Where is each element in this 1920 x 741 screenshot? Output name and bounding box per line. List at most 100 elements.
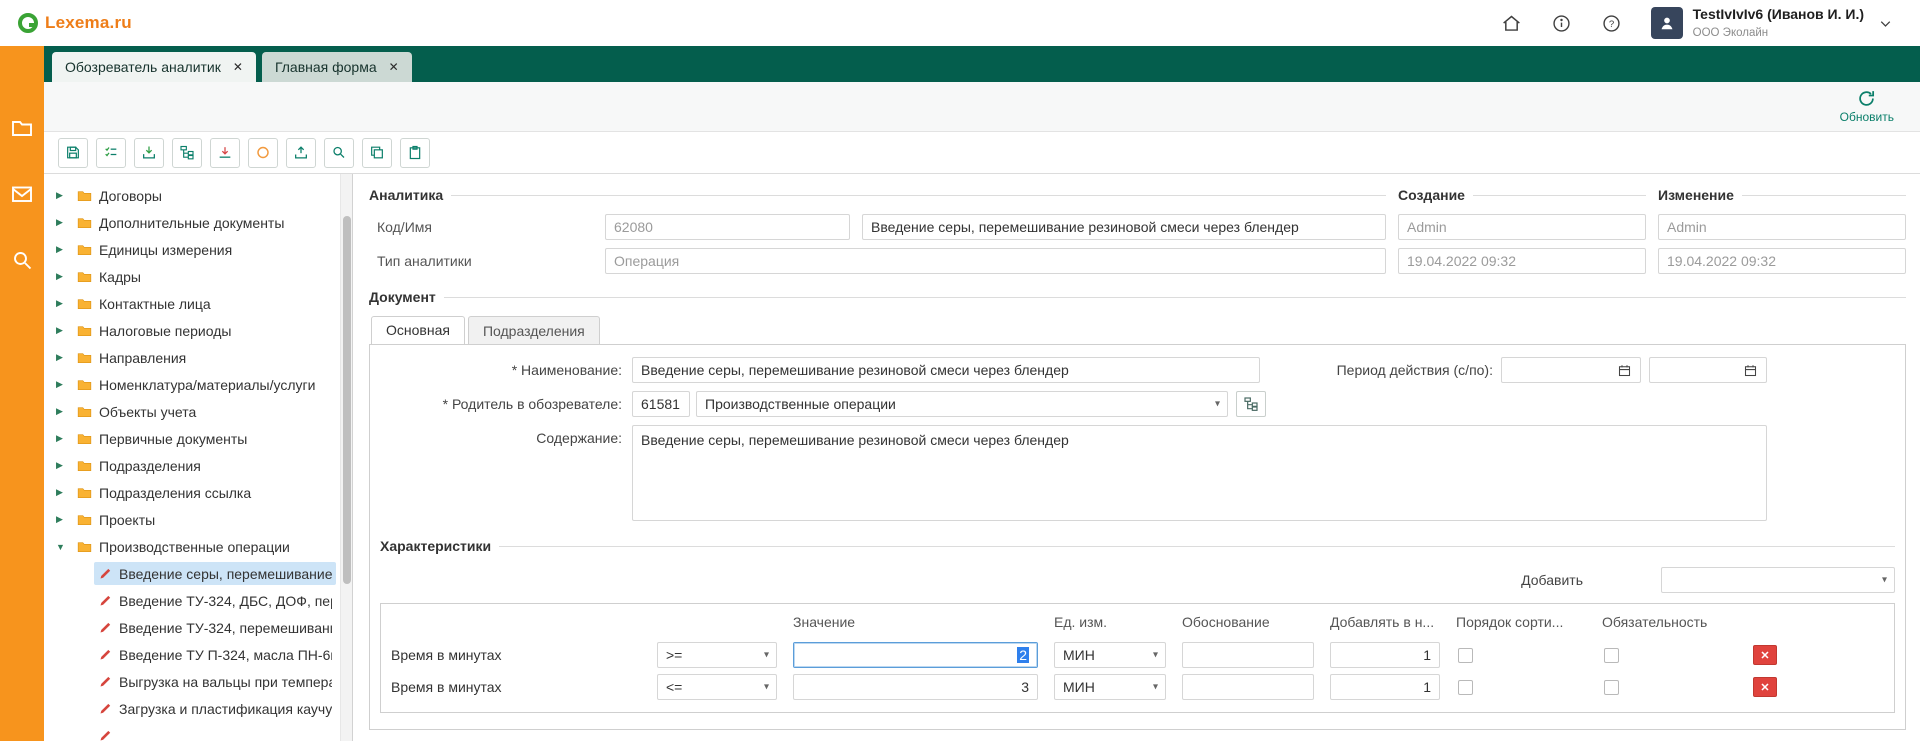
tree-item[interactable]: Направления (44, 344, 340, 371)
tree-item[interactable]: Налоговые периоды (44, 317, 340, 344)
tree-item-label: Производственные операции (99, 539, 332, 555)
add-number-input[interactable]: 1 (1330, 642, 1440, 668)
delete-row-button[interactable] (1753, 645, 1777, 665)
operator-select[interactable]: >= (657, 642, 777, 668)
characteristics-section-title: Характеристики (380, 538, 491, 554)
calendar-icon[interactable] (1743, 363, 1758, 378)
sync-button[interactable] (248, 138, 278, 168)
close-tab-icon[interactable] (389, 61, 399, 73)
justification-input[interactable] (1182, 674, 1314, 700)
refresh-button[interactable]: Обновить (1840, 82, 1894, 131)
characteristic-row: Время в минутах >= 2 МИН (389, 642, 1886, 668)
home-icon[interactable] (1501, 12, 1523, 34)
expand-icon[interactable] (56, 325, 72, 336)
period-to-input[interactable] (1649, 357, 1767, 383)
expand-icon[interactable] (56, 190, 72, 201)
tree-item[interactable]: Загрузка и пластификация каучуко (44, 695, 340, 722)
tree-item[interactable]: Выгрузка на вальцы при температ (44, 668, 340, 695)
chevron-down-icon[interactable] (1874, 12, 1896, 34)
name-label: * Наименование: (380, 357, 632, 378)
expand-icon[interactable] (56, 406, 72, 417)
mail-icon[interactable] (10, 182, 34, 206)
modified-at-field: 19.04.2022 09:32 (1658, 248, 1906, 274)
app-logo[interactable]: Lexema.ru (18, 13, 132, 33)
operator-select[interactable]: <= (657, 674, 777, 700)
expand-icon[interactable] (56, 460, 72, 471)
tree-structure-button[interactable] (172, 138, 202, 168)
calendar-icon[interactable] (1617, 363, 1632, 378)
expand-icon[interactable] (56, 542, 72, 552)
unit-select[interactable]: МИН (1054, 674, 1166, 700)
unit-select[interactable]: МИН (1054, 642, 1166, 668)
parent-select[interactable]: Производственные операции (696, 391, 1228, 417)
tree-item[interactable]: Объекты учета (44, 398, 340, 425)
user-avatar-icon (1651, 7, 1683, 39)
required-checkbox[interactable] (1604, 648, 1619, 663)
tree-item[interactable]: Проекты (44, 506, 340, 533)
analytics-name-field[interactable]: Введение серы, перемешивание резиновой с… (862, 214, 1386, 240)
content-textarea[interactable]: Введение серы, перемешивание резиновой с… (632, 425, 1767, 521)
add-characteristic-select[interactable] (1661, 567, 1895, 593)
import-button[interactable] (134, 138, 164, 168)
save-button[interactable] (58, 138, 88, 168)
scrollbar-thumb[interactable] (343, 216, 351, 584)
export-button[interactable] (210, 138, 240, 168)
open-tree-picker-button[interactable] (1236, 391, 1266, 417)
value-input[interactable]: 3 (793, 674, 1038, 700)
expand-icon[interactable] (56, 514, 72, 525)
tab-main[interactable]: Основная (371, 316, 465, 344)
tree-scrollbar[interactable] (340, 174, 352, 741)
upload-button[interactable] (286, 138, 316, 168)
copy-button[interactable] (362, 138, 392, 168)
folder-rail-icon[interactable] (10, 116, 34, 140)
form-toolbar (44, 132, 1920, 174)
expand-icon[interactable] (56, 271, 72, 282)
paste-button[interactable] (400, 138, 430, 168)
tree-item-label: Введение ТУ-324, ДБС, ДОФ, перем (119, 593, 332, 609)
expand-icon[interactable] (56, 244, 72, 255)
tree-item[interactable]: Договоры (44, 182, 340, 209)
info-icon[interactable] (1551, 12, 1573, 34)
expand-icon[interactable] (56, 433, 72, 444)
tree-item[interactable]: Производственные операции (44, 533, 340, 560)
user-menu[interactable]: TestIvIvIv6 (Иванов И. И.) ООО Эколайн (1651, 6, 1896, 41)
expand-icon[interactable] (56, 298, 72, 309)
name-input[interactable]: Введение серы, перемешивание резиновой с… (632, 357, 1260, 383)
tree-item[interactable]: Контактные лица (44, 290, 340, 317)
tree-item[interactable]: Кадры (44, 263, 340, 290)
tree-item[interactable]: Первичные документы (44, 425, 340, 452)
tree-item[interactable]: Подразделения (44, 452, 340, 479)
expand-icon[interactable] (56, 217, 72, 228)
expand-icon[interactable] (56, 379, 72, 390)
content-label: Содержание: (380, 425, 632, 446)
sort-order-checkbox[interactable] (1458, 648, 1473, 663)
tree-item[interactable]: Дополнительные документы (44, 209, 340, 236)
tree-item[interactable]: Введение ТУ-324, перемешивание (44, 614, 340, 641)
required-checkbox[interactable] (1604, 680, 1619, 695)
search-rail-icon[interactable] (10, 248, 34, 272)
checklist-button[interactable] (96, 138, 126, 168)
tree-item[interactable]: Единицы измерения (44, 236, 340, 263)
help-icon[interactable]: ? (1601, 12, 1623, 34)
parent-code-input[interactable]: 61581 (632, 391, 690, 417)
tree-item[interactable] (44, 722, 340, 741)
value-input[interactable]: 2 (793, 642, 1038, 668)
add-number-input[interactable]: 1 (1330, 674, 1440, 700)
tree-item[interactable]: Введение ТУ П-324, масла ПН-6ш, п (44, 641, 340, 668)
expand-icon[interactable] (56, 487, 72, 498)
tree-item[interactable]: Введение серы, перемешивание р (44, 560, 340, 587)
delete-row-button[interactable] (1753, 677, 1777, 697)
tree-item[interactable]: Подразделения ссылка (44, 479, 340, 506)
expand-icon[interactable] (56, 352, 72, 363)
tab-analytics-browser[interactable]: Обозреватель аналитик (52, 52, 256, 82)
sort-order-checkbox[interactable] (1458, 680, 1473, 695)
close-tab-icon[interactable] (233, 61, 243, 73)
tab-main-form[interactable]: Главная форма (262, 52, 412, 82)
tree-item[interactable]: Номенклатура/материалы/услуги (44, 371, 340, 398)
tree-item[interactable]: Введение ТУ-324, ДБС, ДОФ, перем (44, 587, 340, 614)
period-from-input[interactable] (1501, 357, 1641, 383)
justification-input[interactable] (1182, 642, 1314, 668)
pencil-icon (98, 647, 113, 662)
tab-departments[interactable]: Подразделения (468, 316, 600, 344)
search-button[interactable] (324, 138, 354, 168)
